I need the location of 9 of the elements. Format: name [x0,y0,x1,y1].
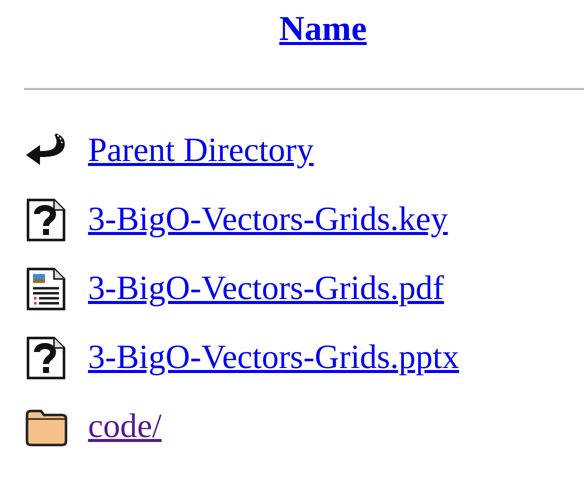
file-link[interactable]: 3-BigO-Vectors-Grids.key [88,200,448,238]
file-link[interactable]: code/ [88,408,162,446]
document-file-icon [24,266,68,310]
question-file-icon [24,336,68,380]
question-file-icon [24,198,68,242]
column-header-link[interactable]: Name [279,9,367,49]
file-link[interactable]: 3-BigO-Vectors-Grids.pdf [88,270,444,308]
file-link[interactable]: 3-BigO-Vectors-Grids.pptx [88,338,460,376]
file-link[interactable]: Parent Directory [88,132,314,170]
